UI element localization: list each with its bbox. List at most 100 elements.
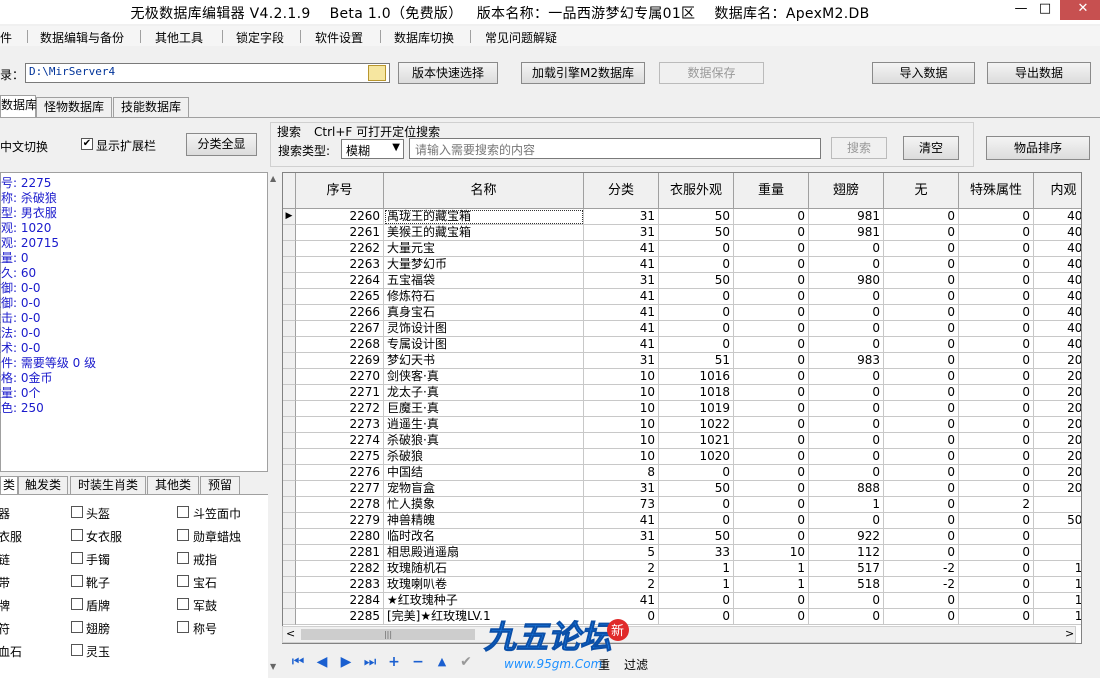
table-cell[interactable]: 981 — [809, 225, 884, 241]
show-ext-checkbox[interactable]: ✔ — [81, 138, 93, 150]
table-cell[interactable]: 0 — [959, 577, 1034, 593]
table-cell[interactable]: 0 — [809, 321, 884, 337]
table-cell[interactable]: 0 — [884, 209, 959, 225]
load-engine-db-button[interactable]: 加载引擎M2数据库 — [521, 62, 645, 84]
table-row[interactable]: ▶2260禹珑王的藏宝箱3150098100401 — [283, 209, 1081, 225]
category-item[interactable]: 衣服 — [0, 528, 22, 545]
table-row[interactable]: 2265修炼符石4100000400 — [283, 289, 1081, 305]
table-cell[interactable]: 0 — [734, 385, 809, 401]
table-cell[interactable]: 207 — [1034, 401, 1081, 417]
table-cell[interactable]: 0 — [959, 305, 1034, 321]
table-row[interactable]: 2280 临时改名 31 50 0 922 0 0 — [283, 529, 1081, 545]
category-item[interactable]: 器 — [0, 505, 10, 522]
search-type-select[interactable]: 模糊 ▼ — [341, 139, 404, 159]
tab-skill-db[interactable]: 技能数据库 — [113, 97, 189, 117]
table-cell[interactable]: 0 — [809, 449, 884, 465]
table-cell[interactable]: 0 — [959, 545, 1034, 561]
table-cell[interactable]: 50 — [659, 273, 734, 289]
row-indicator[interactable]: ▶ — [283, 209, 296, 225]
table-cell[interactable]: 0 — [884, 545, 959, 561]
table-cell[interactable]: 13 — [1034, 577, 1081, 593]
category-checkbox[interactable] — [71, 506, 83, 518]
column-header[interactable]: 翅膀 — [809, 173, 884, 209]
table-cell[interactable]: 0 — [959, 337, 1034, 353]
delete-record-icon[interactable]: − — [408, 653, 428, 671]
folder-icon[interactable] — [368, 65, 386, 81]
table-cell[interactable]: 2262 — [296, 241, 384, 257]
table-cell[interactable]: 0 — [884, 337, 959, 353]
table-cell[interactable]: 2269 — [296, 353, 384, 369]
table-cell[interactable]: 73 — [584, 497, 659, 513]
table-cell[interactable]: 10 — [584, 449, 659, 465]
table-cell[interactable]: ★红玫瑰种子 — [384, 593, 584, 609]
table-cell[interactable]: 0 — [734, 209, 809, 225]
save-data-button[interactable]: 数据保存 — [659, 62, 764, 84]
table-cell[interactable]: 2278 — [296, 497, 384, 513]
table-cell[interactable]: 2285 — [296, 609, 384, 625]
table-cell[interactable]: 33 — [659, 545, 734, 561]
row-indicator[interactable] — [283, 289, 296, 305]
table-cell[interactable]: 0 — [884, 609, 959, 625]
table-cell[interactable]: 0 — [884, 225, 959, 241]
category-item[interactable]: 符 — [0, 620, 10, 637]
clear-button[interactable]: 清空 — [903, 136, 959, 160]
search-button[interactable]: 搜索 — [831, 137, 887, 159]
panel-splitter[interactable]: ▲ ▼ — [268, 172, 282, 678]
table-cell[interactable]: 0 — [734, 353, 809, 369]
add-record-icon[interactable]: + — [384, 653, 404, 671]
table-cell[interactable]: 神兽精魄 — [384, 513, 584, 529]
table-cell[interactable]: 0 — [659, 305, 734, 321]
import-data-button[interactable]: 导入数据 — [872, 62, 975, 84]
btab-fashion-zodiac[interactable]: 时装生肖类 — [70, 476, 146, 495]
table-cell[interactable]: 41 — [584, 289, 659, 305]
table-cell[interactable]: 0 — [884, 593, 959, 609]
show-all-categories-button[interactable]: 分类全显 — [186, 133, 257, 156]
table-cell[interactable]: 31 — [584, 209, 659, 225]
category-checkbox[interactable] — [71, 529, 83, 541]
table-cell[interactable]: 1019 — [659, 401, 734, 417]
table-cell[interactable]: 2283 — [296, 577, 384, 593]
table-cell[interactable]: 2270 — [296, 369, 384, 385]
table-cell[interactable]: 2267 — [296, 321, 384, 337]
table-cell[interactable]: 0 — [734, 305, 809, 321]
table-cell[interactable]: 2 — [584, 561, 659, 577]
table-cell[interactable]: 0 — [734, 289, 809, 305]
table-cell[interactable]: 50 — [659, 209, 734, 225]
table-cell[interactable]: 2271 — [296, 385, 384, 401]
menu-other-tools[interactable]: 其他工具 — [155, 29, 203, 46]
row-indicator[interactable] — [283, 241, 296, 257]
table-cell[interactable]: 0 — [734, 401, 809, 417]
table-cell[interactable]: 0 — [959, 465, 1034, 481]
table-cell[interactable]: 0 — [959, 593, 1034, 609]
row-indicator[interactable] — [283, 545, 296, 561]
column-header[interactable]: 内观 — [1034, 173, 1081, 209]
table-cell[interactable]: 207 — [1034, 385, 1081, 401]
table-cell[interactable]: 0 — [884, 513, 959, 529]
table-row[interactable]: 2277宠物盲盒3150088800200 — [283, 481, 1081, 497]
close-button[interactable]: ✕ — [1060, 0, 1100, 20]
tab-monster-db[interactable]: 怪物数据库 — [36, 97, 112, 117]
table-cell[interactable]: 0 — [884, 401, 959, 417]
table-cell[interactable]: 2266 — [296, 305, 384, 321]
table-cell[interactable]: 0 — [884, 321, 959, 337]
table-cell[interactable]: 0 — [734, 241, 809, 257]
row-indicator[interactable] — [283, 225, 296, 241]
row-indicator[interactable] — [283, 529, 296, 545]
table-cell[interactable]: 2284 — [296, 593, 384, 609]
table-cell[interactable]: 0 — [959, 321, 1034, 337]
table-cell[interactable]: 大量梦幻币 — [384, 257, 584, 273]
table-cell[interactable]: 0 — [809, 337, 884, 353]
tab-item-db[interactable]: 数据库 — [0, 95, 37, 117]
table-cell[interactable]: 0 — [734, 481, 809, 497]
table-cell[interactable]: 0 — [959, 433, 1034, 449]
table-cell[interactable]: 2277 — [296, 481, 384, 497]
table-row[interactable]: 2285[完美]★红玫瑰LV.100000013 — [283, 609, 1081, 625]
table-cell[interactable]: 1022 — [659, 417, 734, 433]
table-cell[interactable]: 修炼符石 — [384, 289, 584, 305]
last-record-icon[interactable]: ⏭ — [360, 653, 380, 671]
table-cell[interactable]: 0 — [884, 305, 959, 321]
table-cell[interactable]: 0 — [659, 593, 734, 609]
category-item[interactable]: 牌 — [0, 597, 10, 614]
table-cell[interactable]: 31 — [584, 529, 659, 545]
table-cell[interactable]: 0 — [809, 257, 884, 273]
